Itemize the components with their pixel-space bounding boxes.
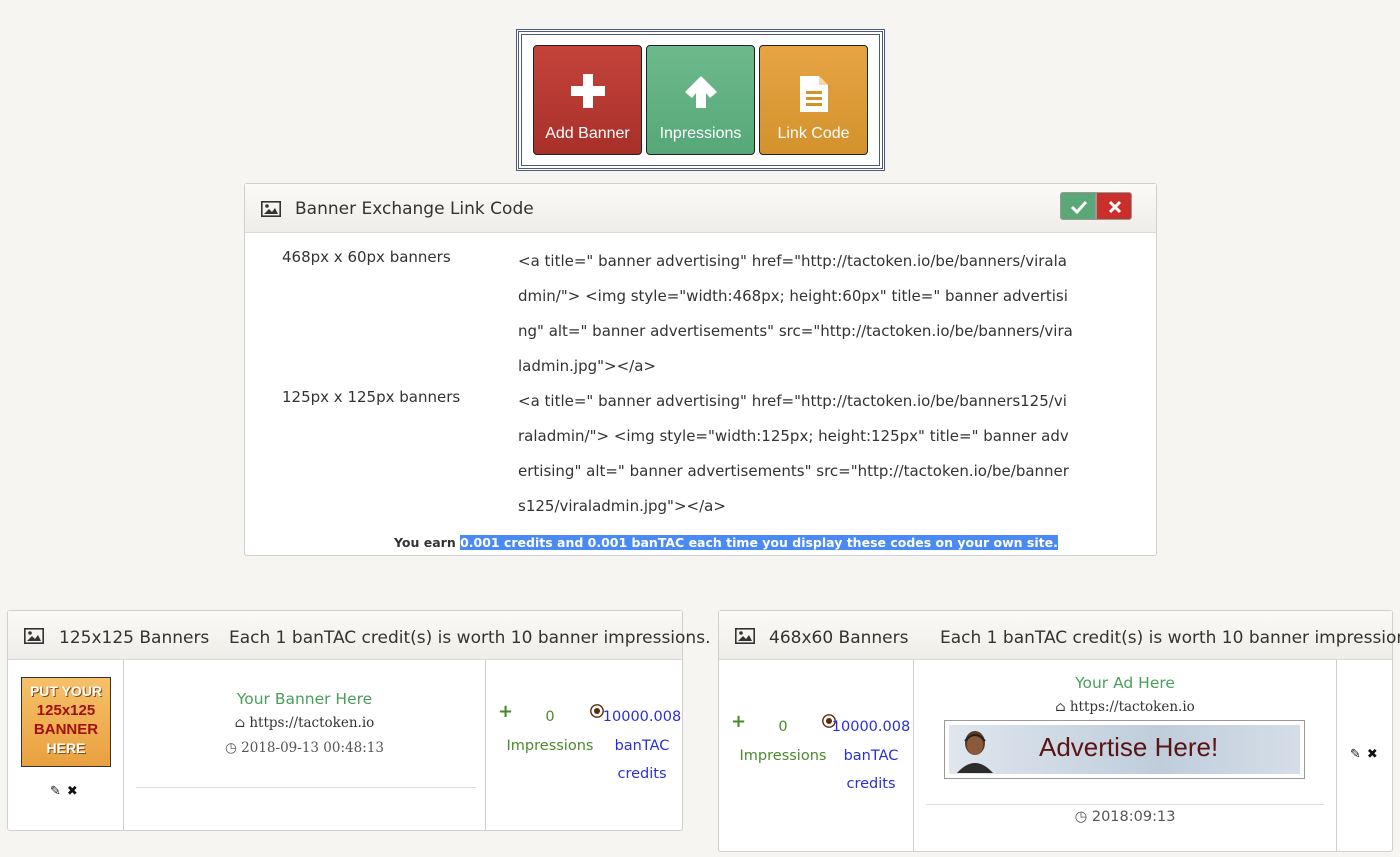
column-divider [485,660,486,830]
banners-125-title: 125x125 Banners [59,628,210,648]
delete-icon[interactable]: ✖ [1367,747,1378,762]
pencil-icon[interactable]: ✎ [1350,747,1361,762]
banner-468-url[interactable]: ⌂ https://tactoken.io [914,699,1336,715]
action-toolbar: Add Banner Inpressions Link Code [516,29,885,171]
banners-468-title: 468x60 Banners [769,628,909,648]
credits-label-468-a: banTAC [843,748,899,764]
link-code-label: Link Code [777,125,850,142]
credits-value-125: 10000.008 [602,709,682,725]
earn-highlight: 0.001 credits and 0.001 banTAC each time… [460,535,1058,550]
thumb-line-3: BANNER [33,721,99,738]
code-snippet-125[interactable]: <a title=" banner advertising" href="htt… [518,384,1073,524]
check-icon [1070,200,1088,215]
thumb-line-2: 125x125 [36,702,96,719]
close-icon [1108,200,1122,214]
banner-125-date: ◷ 2018-09-13 00:48:13 [124,740,485,756]
impressions-label-468: Impressions [739,748,827,764]
banner-468-image[interactable]: Advertise Here! [944,720,1305,779]
home-icon: ⌂ [1055,699,1066,715]
pencil-icon[interactable]: ✎ [50,784,61,799]
code-snippet-468[interactable]: <a title=" banner advertising" href="htt… [518,244,1073,384]
banners-125-note: Each 1 banTAC credit(s) is worth 10 bann… [229,628,711,648]
delete-icon[interactable]: ✖ [67,784,78,799]
operator-avatar-icon [957,731,993,773]
banner-125-tools: ✎ ✖ [50,784,78,799]
earn-prefix: You earn [394,535,461,550]
impressions-button[interactable]: Inpressions [646,45,755,155]
credits-label-125-a: banTAC [614,738,670,754]
image-icon [261,201,281,217]
link-code-panel-title: Banner Exchange Link Code [295,199,534,219]
link-code-panel: Banner Exchange Link Code 468px x 60px b… [244,183,1157,556]
impressions-label: Inpressions [659,125,742,142]
link-code-button[interactable]: Link Code [759,45,868,155]
impressions-count-468: 0 [778,719,788,735]
divider-line [136,787,476,788]
credits-value-468: 10000.008 [831,719,911,735]
code-label-125: 125px x 125px banners [282,388,461,406]
banners-125-header: 125x125 Banners Each 1 banTAC credit(s) … [8,611,710,660]
add-banner-label: Add Banner [545,125,630,142]
thumb-line-4: HERE [46,740,86,756]
banner-468-url-text: https://tactoken.io [1069,699,1195,715]
home-icon: ⌂ [234,715,246,731]
column-divider [1336,660,1337,851]
code-label-468: 468px x 60px banners [282,248,451,266]
banner-125-thumbnail[interactable]: PUT YOUR 125x125 BANNER HERE [21,677,111,767]
divider-line [926,804,1324,805]
banner-468-image-text: Advertise Here! [1039,732,1219,762]
banners-468-note: Each 1 banTAC credit(s) is worth 10 bann… [940,628,1400,648]
link-code-panel-header: Banner Exchange Link Code [245,184,1156,233]
banners-468-panel: 468x60 Banners Each 1 banTAC credit(s) i… [718,610,1400,852]
banner-125-url-text: https://tactoken.io [249,715,375,731]
arrow-up-icon [647,74,754,114]
banner-468-date-text: 2018:09:13 [1091,809,1176,825]
banner-468-title: Your Ad Here [1075,674,1175,692]
impressions-count-125: 0 [545,709,555,725]
clock-icon: ◷ [1074,809,1088,825]
banners-468-header: 468x60 Banners Each 1 banTAC credit(s) i… [719,611,1400,660]
plus-icon [534,74,641,114]
banner-468-tools: ✎ ✖ [1350,747,1378,762]
close-button[interactable] [1096,192,1132,220]
credits-label-125-b: credits [617,766,667,782]
banner-125-date-text: 2018-09-13 00:48:13 [241,740,384,756]
earn-note: You earn 0.001 credits and 0.001 banTAC … [394,535,1058,550]
thumb-line-1: PUT YOUR [29,683,103,699]
add-banner-button[interactable]: Add Banner [533,45,642,155]
banner-125-title: Your Banner Here [236,690,373,708]
banner-468-date: ◷ 2018:09:13 [914,809,1336,825]
image-icon [24,628,44,644]
clock-icon: ◷ [225,740,237,756]
impressions-label-125: Impressions [506,738,594,754]
banner-125-url[interactable]: ⌂ https://tactoken.io [124,715,485,731]
document-icon [760,74,867,114]
banners-125-panel: 125x125 Banners Each 1 banTAC credit(s) … [7,610,710,831]
confirm-button[interactable] [1060,192,1096,220]
image-icon [735,628,755,644]
credits-label-468-b: credits [846,776,896,792]
